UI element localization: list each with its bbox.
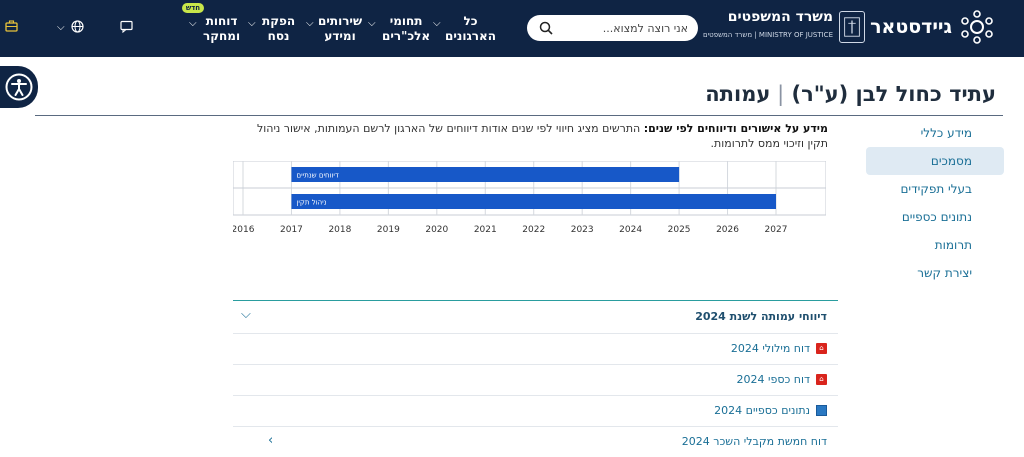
- chevron-down-icon[interactable]: ⌵: [57, 22, 65, 33]
- nav-label-line1: שירותים: [318, 14, 363, 28]
- sidenav-item-general-info[interactable]: מידע כללי: [866, 119, 1004, 147]
- chart-tick-label: 2016: [233, 225, 255, 235]
- chart-tick-label: 2021: [474, 225, 497, 235]
- search-icon[interactable]: [539, 21, 553, 35]
- chart-tick-label: 2024: [619, 225, 642, 235]
- chevron-down-icon: ⌵: [248, 18, 256, 29]
- ministry-title: משרד המשפטים: [727, 9, 833, 25]
- guidestar-logo-icon: [961, 10, 993, 44]
- chart-tick-label: 2022: [522, 225, 545, 235]
- page-title: עתיד כחול לבן (ע"ר) | עמותה: [705, 82, 996, 106]
- accordion-title: דיווחי עמותה לשנת 2024: [695, 310, 827, 323]
- chart-tick-label: 2019: [377, 225, 400, 235]
- chart-bar-label: דיווחים שנתיים: [296, 172, 339, 180]
- nav-nonprofit-fields[interactable]: תחומי אלכ"רים ⌵: [368, 14, 431, 44]
- chevron-down-icon: ⌵: [433, 18, 441, 29]
- accessibility-icon: [5, 73, 33, 101]
- org-type: עמותה: [705, 82, 771, 106]
- chart-tick-label: 2027: [765, 225, 788, 235]
- chart-bar: [291, 167, 680, 182]
- nav-label-line1: כל: [463, 14, 478, 28]
- sidenav-item-financial-data[interactable]: נתונים כספיים: [866, 203, 1004, 231]
- excel-icon: [816, 405, 827, 416]
- chart-tick-label: 2025: [668, 225, 691, 235]
- chevron-down-icon: ⌵: [189, 18, 197, 29]
- sidenav-item-contact[interactable]: יצירת קשר: [866, 259, 1004, 287]
- document-link[interactable]: נתונים כספיים 2024: [714, 404, 810, 417]
- chevron-down-icon: ⌵: [368, 18, 376, 29]
- title-separator: |: [770, 82, 785, 106]
- nav-label-line2: הארגונים: [445, 29, 497, 43]
- chevron-down-icon[interactable]: ⌵: [241, 307, 251, 322]
- nav-services-info[interactable]: שירותים ומידע ⌵: [306, 14, 363, 44]
- document-row[interactable]: נתונים כספיים 2024: [233, 395, 838, 426]
- chart-tick-label: 2017: [280, 225, 303, 235]
- search-box: [527, 15, 698, 41]
- brand-name: גיידסטאר: [870, 16, 952, 38]
- document-row[interactable]: דוח חמשת מקבלי השכר 2024: [233, 426, 838, 457]
- new-badge: חדש: [182, 3, 204, 13]
- search-input[interactable]: [558, 21, 688, 35]
- org-name: עתיד כחול לבן (ע"ר): [791, 82, 996, 106]
- nav-issue-extract[interactable]: הפקת נסח ⌵: [248, 14, 296, 44]
- document-row[interactable]: ⌂ דוח מילולי 2024: [233, 333, 838, 364]
- pdf-icon: ⌂: [816, 374, 827, 385]
- nav-label-line2: ומידע: [324, 29, 356, 43]
- nav-label-line1: הפקת: [262, 14, 296, 28]
- chart-bar: [291, 194, 776, 209]
- nav-label-line1: תחומי: [389, 14, 423, 28]
- chart-description: מידע על אישורים ודיווחים לפי שנים: התרשי…: [240, 121, 828, 151]
- pdf-icon: ⌂: [816, 343, 827, 354]
- document-link[interactable]: דוח מילולי 2024: [731, 342, 810, 355]
- message-icon[interactable]: [120, 20, 133, 37]
- nav-all-organizations[interactable]: כל הארגונים ⌵: [433, 14, 497, 44]
- state-emblem-icon: [839, 11, 865, 43]
- sidenav-item-officials[interactable]: בעלי תפקידים: [866, 175, 1004, 203]
- title-divider: [35, 115, 1003, 116]
- chart-tick-label: 2020: [425, 225, 448, 235]
- nav-label-line2: ומחקר: [203, 29, 241, 43]
- nav-label-line2: נסח: [267, 29, 290, 43]
- chevron-down-icon: ⌵: [306, 18, 314, 29]
- top-navigation-bar: גיידסטאר משרד המשפטים MINISTRY OF JUSTIC…: [0, 0, 1024, 57]
- briefcase-icon[interactable]: [5, 20, 18, 36]
- document-link[interactable]: דוח חמשת מקבלי השכר 2024: [682, 435, 827, 448]
- chart-description-bold: מידע על אישורים ודיווחים לפי שנים:: [643, 122, 828, 135]
- document-link[interactable]: דוח כספי 2024: [737, 373, 810, 386]
- accordion-header-2024[interactable]: דיווחי עמותה לשנת 2024 ⌵: [233, 301, 838, 333]
- chevron-left-icon[interactable]: ‹: [268, 433, 273, 448]
- sidenav-item-documents[interactable]: מסמכים: [866, 147, 1004, 175]
- guidestar-logo[interactable]: גיידסטאר: [870, 10, 994, 44]
- nav-reports-research[interactable]: דוחות ומחקר ⌵: [189, 14, 241, 44]
- accessibility-button[interactable]: [0, 66, 38, 108]
- ministry-subtitle: MINISTRY OF JUSTICE | משרד המשפטים: [702, 31, 833, 39]
- chart-bar-label: ניהול תקין: [296, 199, 326, 207]
- chart-tick-label: 2023: [571, 225, 594, 235]
- ministry-logo[interactable]: משרד המשפטים MINISTRY OF JUSTICE | משרד …: [703, 9, 865, 47]
- nav-label-line2: אלכ"רים: [382, 29, 431, 43]
- reports-timeline-chart: 2016 2017 2018 2019 2020 2021 2022 2023 2024 2025…: [233, 161, 826, 235]
- document-row[interactable]: ⌂ דוח כספי 2024: [233, 364, 838, 395]
- globe-icon[interactable]: [71, 20, 84, 37]
- nav-label-line1: דוחות: [205, 14, 238, 28]
- side-navigation: מידע כללי מסמכים בעלי תפקידים נתונים כספ…: [866, 119, 1004, 287]
- chart-tick-label: 2026: [716, 225, 739, 235]
- chart-tick-label: 2018: [328, 225, 351, 235]
- sidenav-item-donations[interactable]: תרומות: [866, 231, 1004, 259]
